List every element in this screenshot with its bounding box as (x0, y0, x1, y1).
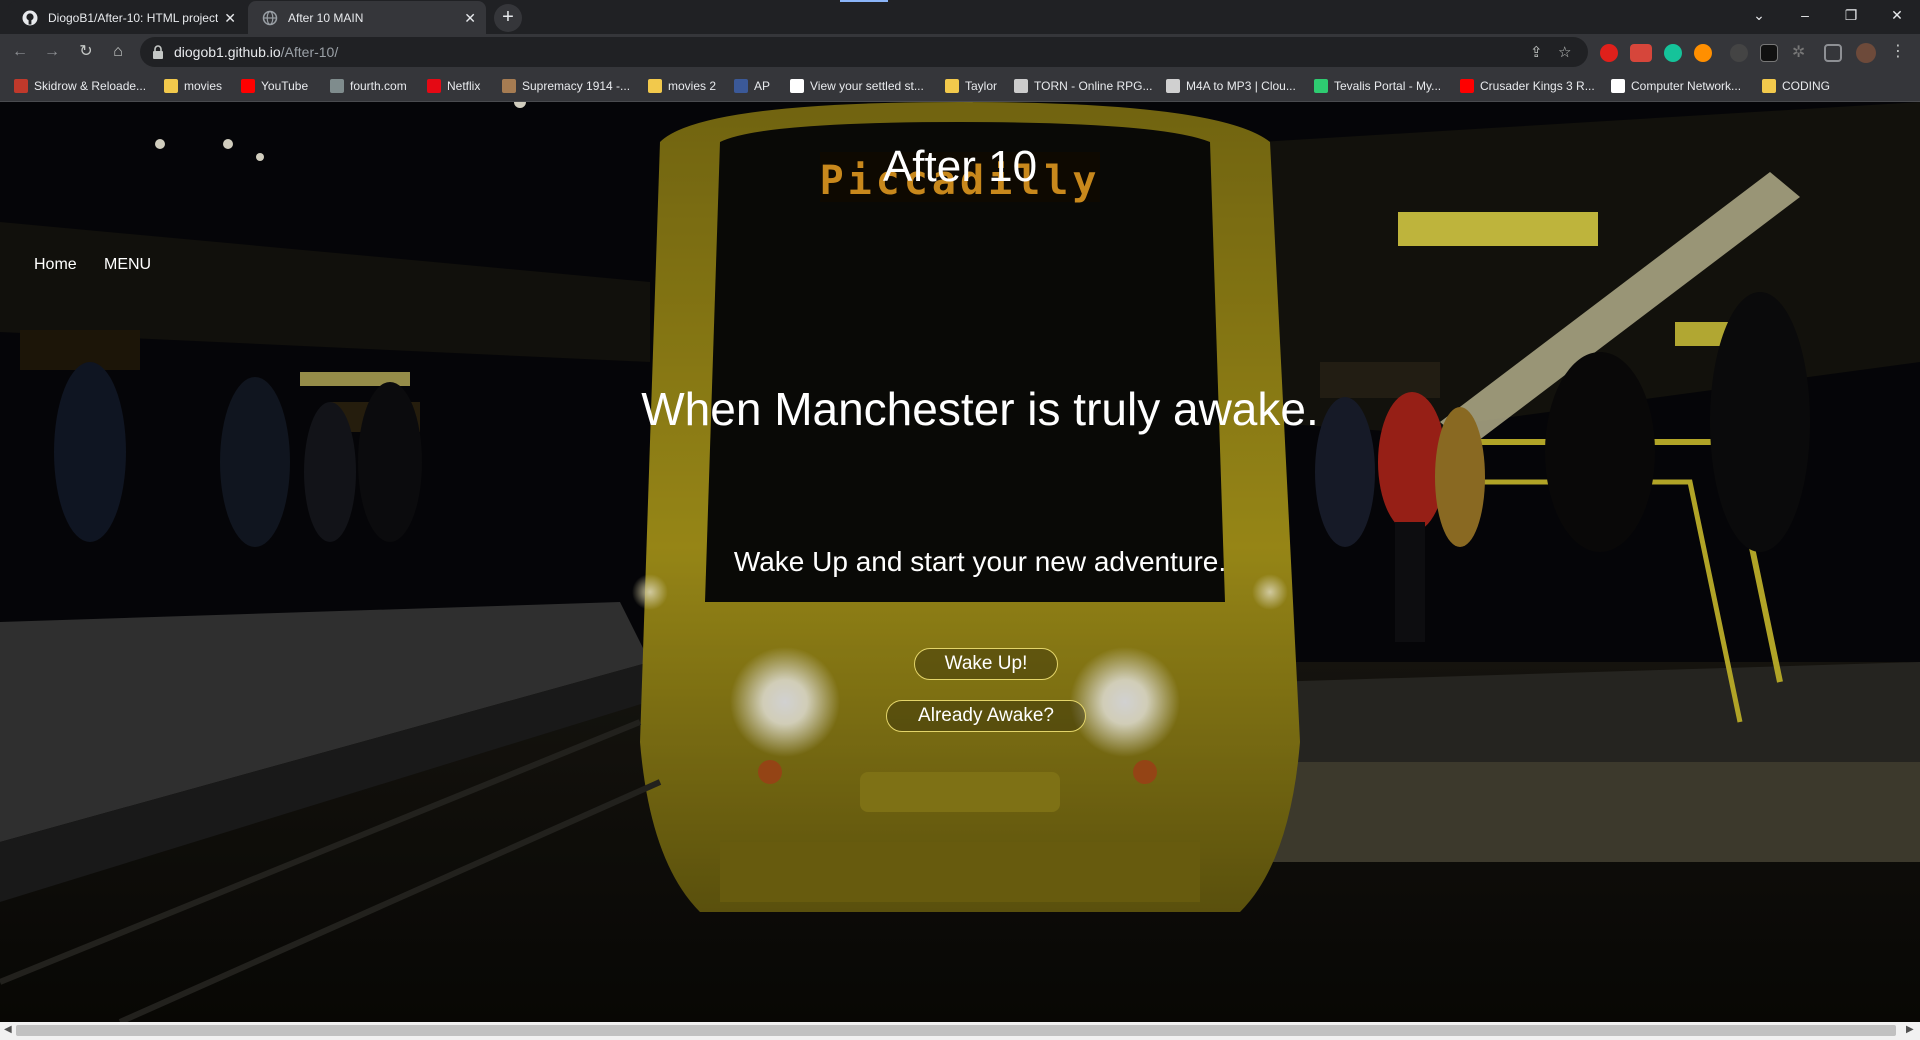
bookmark-label: Tevalis Portal - My... (1334, 79, 1442, 93)
globe-icon (262, 10, 278, 25)
web-page: Piccadilly After 10 Home MENU When Manch… (0, 102, 1920, 1022)
side-panel-icon[interactable] (1824, 44, 1842, 62)
hero-subheadline: Wake Up and start your new adventure. (733, 546, 1227, 577)
restore-button[interactable]: ❐ (1828, 0, 1874, 30)
bookmark-item[interactable]: Netflix (427, 77, 480, 95)
browser-toolbar: ← → ↻ ⌂ diogob1.github.io/After-10/ ⇪ ☆ … (0, 34, 1920, 70)
forward-button[interactable]: → (40, 40, 64, 64)
horizontal-scrollbar[interactable]: ◀ ▶ (0, 1022, 1920, 1040)
scrollbar-thumb[interactable] (16, 1025, 1896, 1036)
bookmark-label: AP (754, 79, 771, 93)
bookmark-label: M4A to MP3 | Clou... (1186, 79, 1296, 93)
bookmark-item[interactable]: Crusader Kings 3 R... (1460, 77, 1595, 95)
kebab-menu-icon[interactable]: ⋮ (1886, 40, 1910, 64)
bookmark-label: movies 2 (668, 79, 717, 93)
folder-icon (1762, 79, 1776, 93)
soldier-icon (502, 79, 516, 93)
puzzle-icon[interactable]: ✲ (1792, 44, 1810, 62)
folder-icon (648, 79, 662, 93)
globe-icon (1314, 79, 1328, 93)
back-button[interactable]: ← (8, 40, 32, 64)
ticket-icon (790, 79, 804, 93)
skull-icon (14, 79, 28, 93)
bookmark-label: Crusader Kings 3 R... (1480, 79, 1595, 93)
bookmark-item[interactable]: Tevalis Portal - My... (1314, 77, 1441, 95)
bookmark-item[interactable]: Computer Network... (1611, 77, 1741, 95)
torn-icon (1014, 79, 1028, 93)
bookmark-label: YouTube (261, 79, 309, 93)
tab-title: DiogoB1/After-10: HTML project (48, 10, 219, 25)
bookmark-item[interactable]: Supremacy 1914 -... (502, 77, 630, 95)
tab-after10[interactable]: After 10 MAIN ✕ (248, 1, 486, 34)
url-path: /After-10/ (280, 44, 339, 60)
bookmarks-bar: Skidrow & Reloade... movies YouTube fourth.… (0, 70, 1920, 102)
close-tab-icon[interactable]: ✕ (224, 11, 236, 25)
scroll-left-icon[interactable]: ◀ (4, 1024, 12, 1035)
bookmark-item[interactable]: fourth.com (330, 77, 407, 95)
grammarly-icon[interactable] (1664, 44, 1682, 62)
shield-icon (734, 79, 748, 93)
bookmark-item[interactable]: Skidrow & Reloade... (14, 77, 146, 95)
hero-headline: When Manchester is truly awake. (641, 383, 1319, 435)
bookmark-label: Computer Network... (1631, 79, 1742, 93)
url-host: diogob1.github.io (174, 44, 281, 60)
bookmark-item[interactable]: View your settled st... (790, 77, 924, 95)
bookmark-label: fourth.com (350, 79, 407, 93)
tab-github[interactable]: DiogoB1/After-10: HTML project ✕ (8, 1, 246, 34)
circle-extension-icon[interactable] (1694, 44, 1712, 62)
bookmark-item[interactable]: Taylor (945, 77, 997, 95)
share-icon[interactable]: ⇪ (1530, 43, 1543, 61)
bookmark-label: movies (184, 79, 223, 93)
loading-indicator (840, 0, 888, 2)
already-awake-button[interactable]: Already Awake? (886, 700, 1086, 732)
bookmark-item[interactable]: YouTube (241, 77, 308, 95)
nav-menu-link[interactable]: MENU (104, 256, 151, 274)
reload-button[interactable]: ↻ (74, 40, 98, 64)
folder-icon (945, 79, 959, 93)
bookmark-label: CODING (1782, 79, 1830, 93)
bookmark-label: View your settled st... (810, 79, 924, 93)
wake-up-button[interactable]: Wake Up! (914, 648, 1058, 680)
gear-extension-icon[interactable] (1730, 44, 1748, 62)
grid-icon (330, 79, 344, 93)
bookmark-label: Supremacy 1914 -... (522, 79, 631, 93)
bookmark-label: Taylor (965, 79, 998, 93)
tab-title: After 10 MAIN (288, 10, 364, 25)
bookmark-item[interactable]: CODING (1762, 77, 1830, 95)
bookmark-item[interactable]: TORN - Online RPG... (1014, 77, 1152, 95)
avatar[interactable] (1856, 43, 1876, 63)
tab-strip: DiogoB1/After-10: HTML project ✕ After 1… (0, 0, 1920, 34)
opera-extension-icon[interactable] (1600, 44, 1618, 62)
lock-icon (153, 45, 163, 59)
bookmark-star-icon[interactable]: ☆ (1558, 43, 1571, 61)
hd-extension-icon[interactable] (1760, 44, 1778, 62)
tab-search-icon[interactable]: ⌄ (1736, 0, 1782, 30)
cloud-icon (1166, 79, 1180, 93)
home-button[interactable]: ⌂ (106, 40, 130, 64)
bookmark-label: Skidrow & Reloade... (34, 79, 147, 93)
netflix-icon (427, 79, 441, 93)
bookmark-item[interactable]: movies 2 (648, 77, 716, 95)
nav-home-link[interactable]: Home (34, 256, 77, 274)
bookmark-item[interactable]: M4A to MP3 | Clou... (1166, 77, 1296, 95)
bookmark-label: TORN - Online RPG... (1034, 79, 1153, 93)
youtube-icon (241, 79, 255, 93)
a-icon (1611, 79, 1625, 93)
close-window-button[interactable]: ✕ (1874, 0, 1920, 30)
folder-icon (164, 79, 178, 93)
minimize-button[interactable]: – (1782, 0, 1828, 30)
bookmark-label: Netflix (447, 79, 481, 93)
bookmark-item[interactable]: AP (734, 77, 770, 95)
address-bar[interactable]: diogob1.github.io/After-10/ ⇪ ☆ (140, 37, 1588, 67)
scroll-right-icon[interactable]: ▶ (1906, 1024, 1914, 1035)
youtube-icon (1460, 79, 1474, 93)
bookmark-item[interactable]: movies (164, 77, 222, 95)
new-tab-button[interactable]: + (494, 4, 522, 32)
github-icon (22, 10, 38, 25)
new-extension-icon[interactable] (1630, 44, 1652, 62)
site-title: After 10 (882, 142, 1038, 191)
close-tab-icon[interactable]: ✕ (464, 11, 476, 25)
url-text[interactable]: diogob1.github.io/After-10/ (174, 44, 338, 60)
